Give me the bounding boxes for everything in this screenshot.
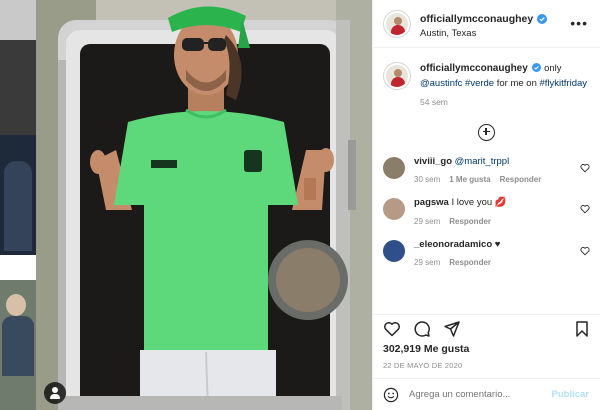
emoji-icon[interactable] (383, 387, 399, 403)
post-photo-illustration (36, 0, 372, 410)
comment-body: pagswa I love you 💋 29 sem Responder (414, 197, 584, 227)
comment-item: _eleonoradamico ♥ 29 sem Responder (383, 239, 590, 269)
backdrop-photo (0, 0, 36, 40)
comment-username[interactable]: pagswa (414, 197, 449, 208)
backdrop-photo (0, 40, 36, 135)
post-caption: officiallymcconaughey only @austinfc #ve… (373, 48, 600, 109)
author-avatar[interactable] (383, 9, 411, 38)
tagged-users-button[interactable] (44, 382, 66, 404)
comment-meta: 29 sem Responder (414, 258, 584, 268)
comment-avatar[interactable] (383, 156, 405, 179)
comment-icon[interactable] (413, 320, 431, 338)
caption-hashtag[interactable]: #verde (465, 78, 494, 89)
like-comment-heart-icon[interactable] (580, 204, 590, 214)
heart-icon[interactable] (383, 320, 401, 338)
comment-emoji: 💋 (494, 197, 507, 209)
verified-badge-icon (532, 63, 542, 72)
author-username-text[interactable]: officiallymcconaughey (420, 13, 533, 26)
comment-time[interactable]: 29 sem (414, 258, 440, 268)
post-photo[interactable] (36, 0, 372, 410)
caption-hashtag[interactable]: #flykitfriday (540, 78, 588, 89)
caption-mention[interactable]: @austinfc (420, 78, 462, 89)
publish-button[interactable]: Publicar (552, 389, 590, 400)
post-actions: 302,919 Me gusta 22 DE MAYO DE 2020 (373, 314, 600, 370)
comment-username[interactable]: viviii_go (414, 156, 452, 167)
comment-reply-button[interactable]: Responder (500, 175, 542, 185)
action-icons (383, 317, 591, 341)
comment-reply-button[interactable]: Responder (449, 217, 491, 227)
comment-body: _eleonoradamico ♥ 29 sem Responder (414, 239, 584, 269)
comment-emoji: ♥ (494, 239, 501, 251)
comment-reply-button[interactable]: Responder (449, 258, 491, 268)
caption-time[interactable]: 54 sem (420, 96, 590, 108)
post-location[interactable]: Austin, Texas (420, 28, 547, 40)
author-username[interactable]: officiallymcconaughey (420, 13, 548, 26)
backdrop-gap (0, 255, 36, 280)
comment-time[interactable]: 29 sem (414, 217, 440, 227)
caption-text: for me on (496, 77, 537, 89)
author-info: officiallymcconaughey Austin, Texas (420, 8, 548, 40)
comment-meta: 29 sem Responder (414, 217, 584, 227)
comment-input[interactable] (409, 389, 552, 400)
comment-avatar[interactable] (383, 240, 405, 263)
user-icon (52, 387, 58, 393)
comment-meta: 30 sem 1 Me gusta Responder (414, 175, 584, 185)
like-comment-heart-icon[interactable] (580, 163, 590, 173)
bookmark-icon[interactable] (573, 320, 591, 338)
comment-body: viviii_go @marit_trppl 30 sem 1 Me gusta… (414, 156, 584, 186)
comment-item: pagswa I love you 💋 29 sem Responder (383, 197, 590, 227)
comment-username[interactable]: _eleonoradamico (414, 239, 492, 250)
comment-avatar[interactable] (383, 198, 405, 221)
share-icon[interactable] (443, 320, 461, 338)
caption-avatar[interactable] (383, 62, 411, 90)
verified-badge-icon (537, 14, 548, 25)
comment-item: viviii_go @marit_trppl 30 sem 1 Me gusta… (383, 156, 590, 186)
post-date[interactable]: 22 DE MAYO DE 2020 (383, 361, 591, 370)
comment-text: I love you (451, 197, 493, 209)
more-options-button[interactable]: ••• (570, 16, 588, 30)
comment-mention[interactable]: @marit_trppl (455, 156, 510, 167)
comment-likes[interactable]: 1 Me gusta (449, 175, 490, 185)
add-comment-bar: Publicar (373, 378, 600, 410)
comment-list: viviii_go @marit_trppl 30 sem 1 Me gusta… (373, 156, 600, 269)
plus-circle-icon (478, 123, 495, 141)
caption-text: only (544, 63, 562, 74)
backdrop-photo (0, 135, 36, 255)
caption-username[interactable]: officiallymcconaughey (420, 63, 528, 74)
post-detail-panel: officiallymcconaughey Austin, Texas ••• … (372, 0, 600, 410)
user-icon-body (50, 394, 60, 399)
comment-time[interactable]: 30 sem (414, 175, 440, 185)
load-more-comments[interactable] (373, 123, 600, 141)
like-count[interactable]: 302,919 Me gusta (383, 343, 591, 355)
feed-backdrop (0, 0, 36, 410)
backdrop-photo (0, 280, 36, 410)
post-header: officiallymcconaughey Austin, Texas ••• (373, 0, 600, 48)
like-comment-heart-icon[interactable] (580, 246, 590, 256)
caption-body: officiallymcconaughey only @austinfc #ve… (420, 62, 590, 109)
